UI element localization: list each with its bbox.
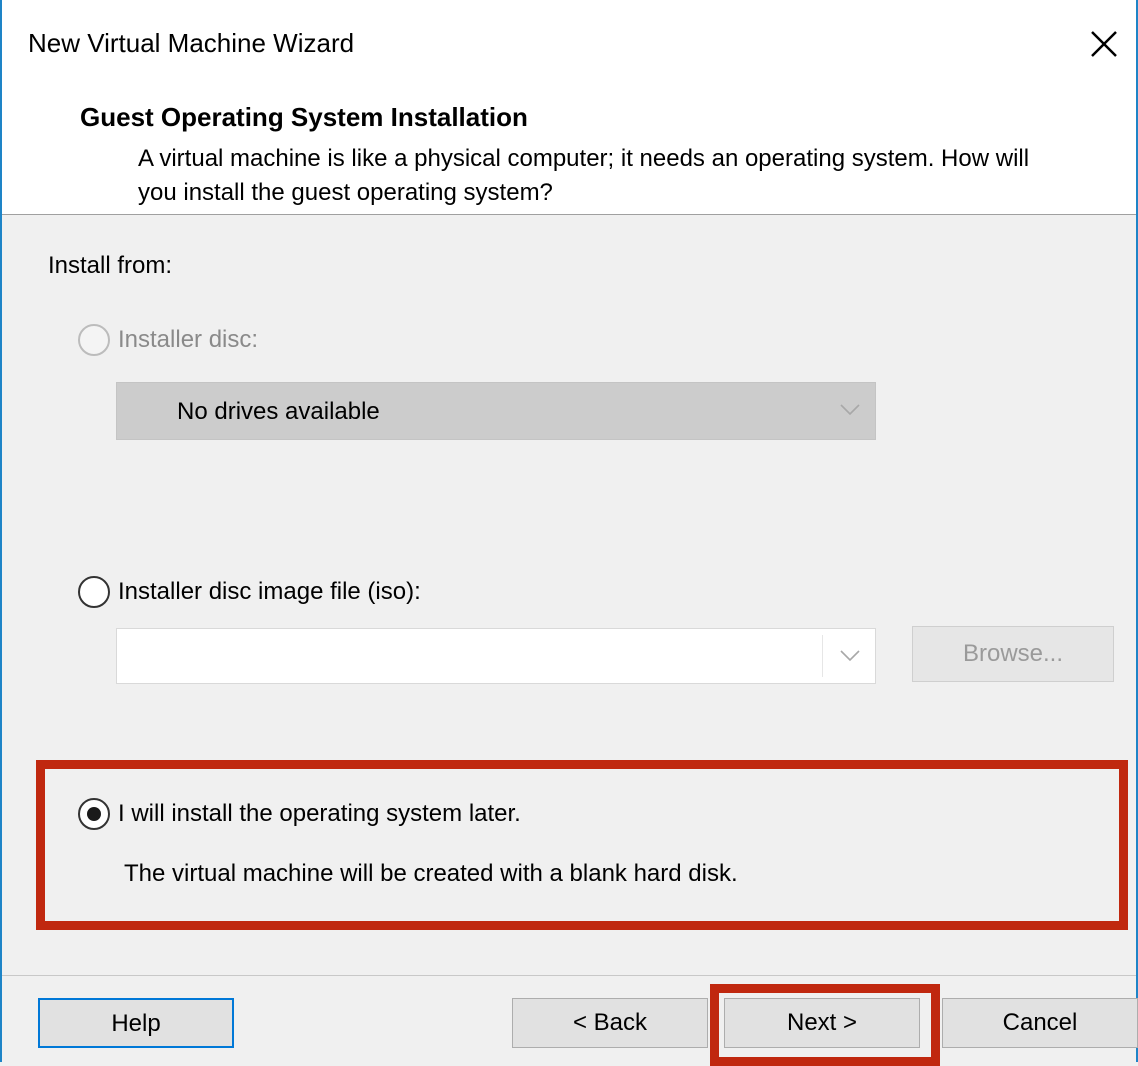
chevron-down-icon[interactable]: [839, 649, 861, 663]
page-title: Guest Operating System Installation: [80, 102, 528, 132]
installer-disc-radio: [78, 324, 110, 356]
window-title: New Virtual Machine Wizard: [28, 28, 355, 58]
browse-button[interactable]: Browse...: [912, 626, 1114, 682]
chevron-down-icon: [840, 404, 860, 416]
next-button-highlight: [710, 984, 940, 1066]
drive-select-value: No drives available: [177, 398, 380, 425]
page-description: A virtual machine is like a physical com…: [138, 145, 1030, 206]
back-button[interactable]: < Back: [512, 998, 708, 1048]
installer-iso-radio[interactable]: [78, 576, 110, 608]
footer-divider: [2, 975, 1136, 976]
installer-iso-label[interactable]: Installer disc image file (iso):: [118, 578, 421, 606]
cancel-button[interactable]: Cancel: [942, 998, 1138, 1048]
wizard-window: New Virtual Machine Wizard Guest Operati…: [0, 0, 1138, 1066]
drive-select: No drives available: [116, 382, 876, 440]
title-bar: New Virtual Machine Wizard: [2, 0, 1136, 88]
close-icon[interactable]: [1084, 24, 1124, 64]
header-divider: [2, 214, 1136, 215]
iso-path-combobox[interactable]: [116, 628, 876, 684]
install-from-label: Install from:: [48, 252, 173, 279]
help-button[interactable]: Help: [38, 998, 234, 1048]
combobox-divider: [822, 635, 823, 677]
wizard-header: Guest Operating System Installation A vi…: [2, 88, 1136, 214]
installer-disc-label: Installer disc:: [118, 326, 259, 353]
install-later-highlight: [36, 760, 1128, 930]
